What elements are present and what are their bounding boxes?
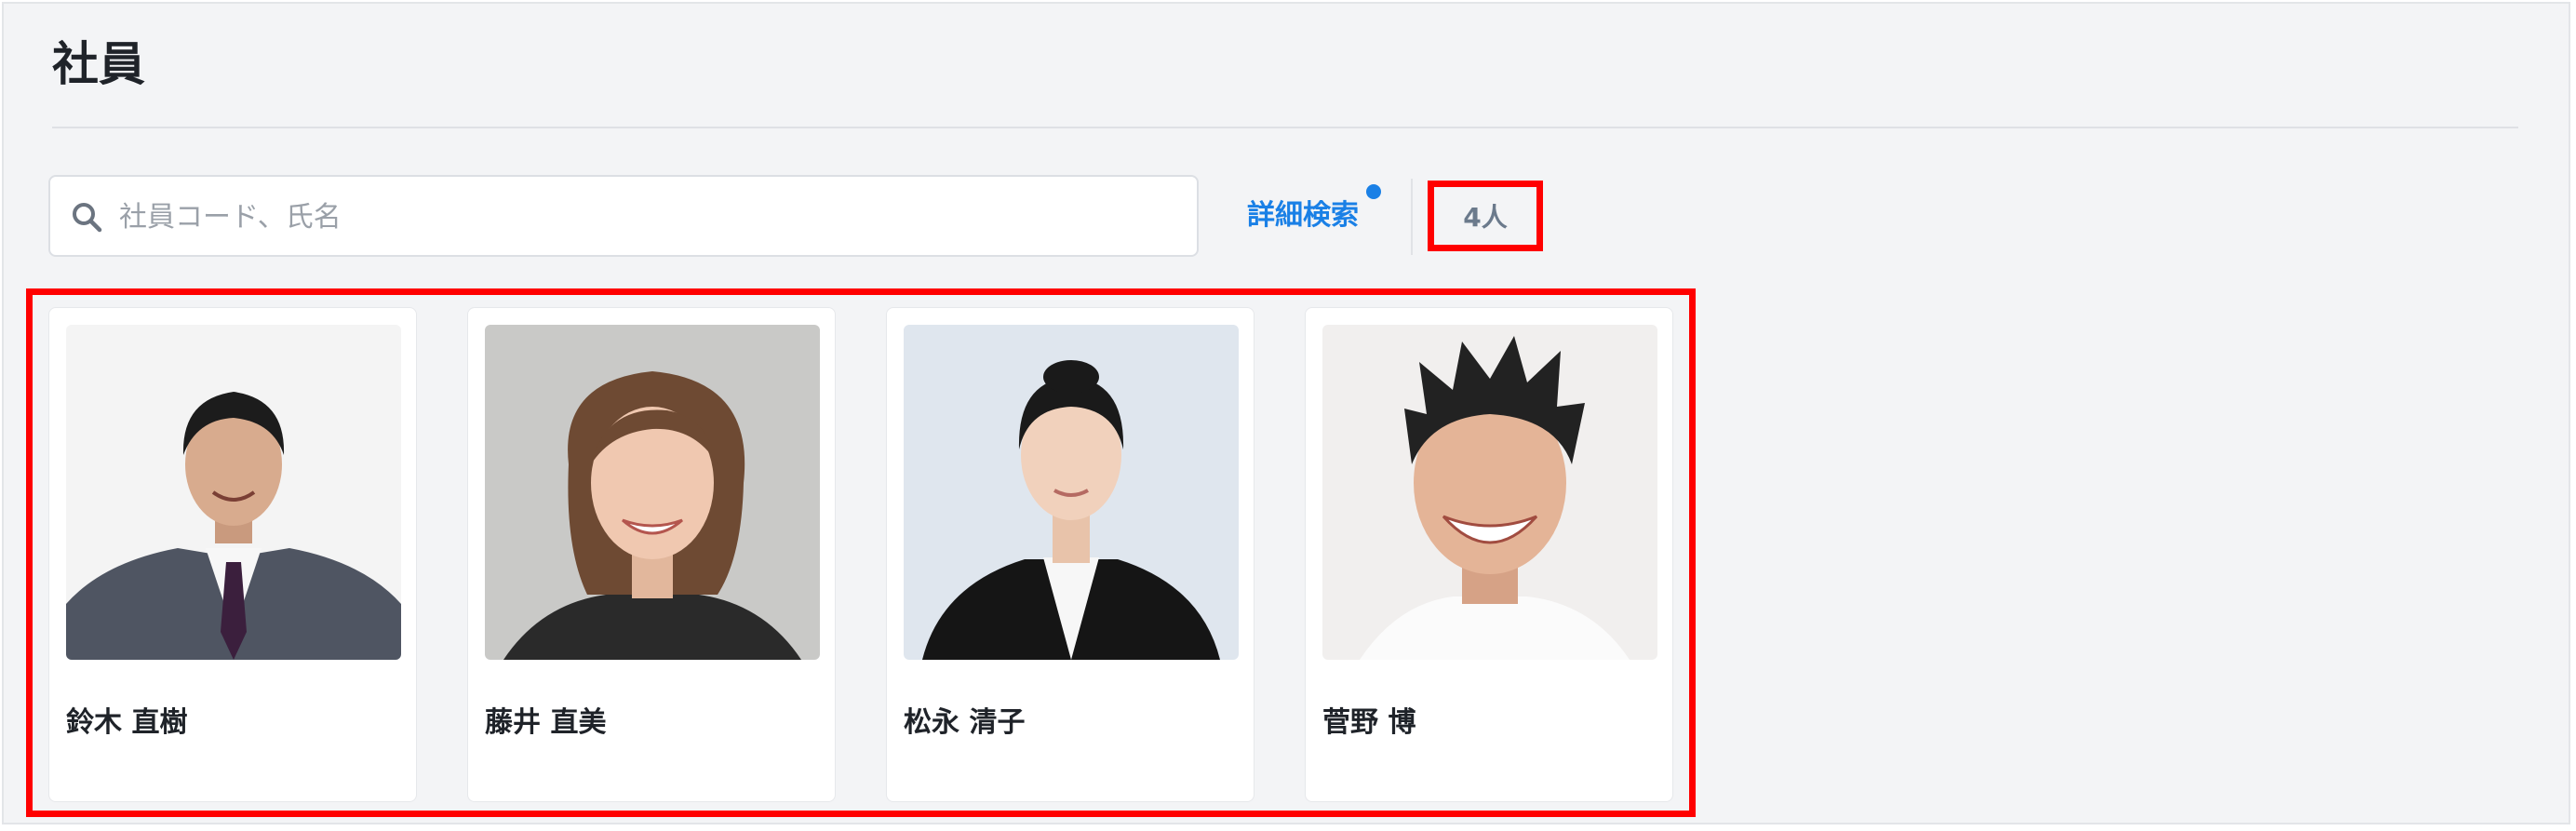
employee-card[interactable]: 菅野 博 [1305, 307, 1673, 802]
employee-card[interactable]: 鈴木 直樹 [48, 307, 417, 802]
employee-photo [904, 325, 1239, 660]
employee-photo [485, 325, 820, 660]
toolbar-separator [1411, 179, 1413, 255]
search-box[interactable] [48, 175, 1199, 257]
employee-count-badge: 4人 [1428, 181, 1543, 251]
search-input[interactable] [117, 177, 1182, 257]
page-title: 社員 [52, 37, 145, 91]
employee-name: 鈴木 直樹 [66, 706, 188, 739]
employee-card[interactable]: 松永 清子 [886, 307, 1254, 802]
search-icon [73, 203, 102, 233]
filter-active-dot [1366, 184, 1381, 199]
employee-photo [1322, 325, 1657, 660]
employee-name: 菅野 博 [1322, 706, 1416, 739]
employee-card[interactable]: 藤井 直美 [467, 307, 836, 802]
employee-name: 藤井 直美 [485, 706, 607, 739]
employee-name: 松永 清子 [904, 706, 1026, 739]
employee-photo [66, 325, 401, 660]
header-divider [52, 127, 2518, 128]
advanced-search-link[interactable]: 詳細検索 [1247, 195, 1359, 236]
